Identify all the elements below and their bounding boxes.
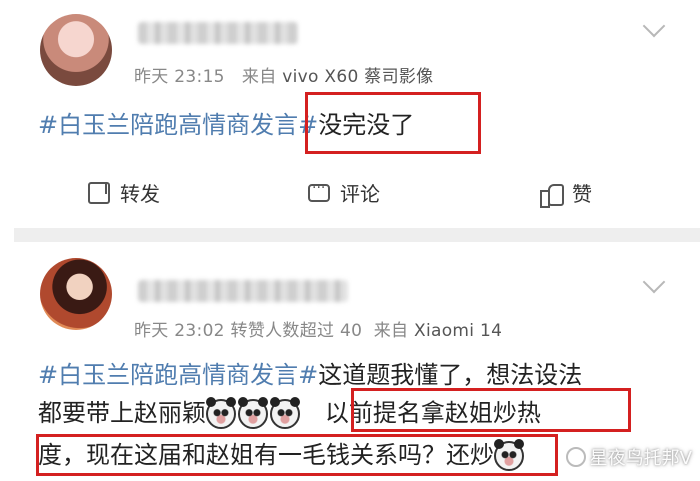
chevron-down-icon[interactable] — [642, 14, 666, 38]
hashtag-link[interactable]: #白玉兰陪跑高情商发言# — [38, 361, 318, 389]
avatar[interactable] — [40, 258, 112, 330]
username-blurred[interactable] — [138, 22, 298, 44]
post-meta: 昨天 23:02 转赞人数超过 40 来自 Xiaomi 14 — [134, 316, 502, 341]
repost-count: 转赞人数超过 40 — [230, 321, 363, 341]
post-text: 都要带上赵丽颖 — [38, 399, 206, 427]
weibo-logo-icon — [565, 447, 586, 467]
panda-emoji-icon — [206, 397, 236, 429]
avatar[interactable] — [40, 14, 112, 86]
repost-label: 转发 — [120, 182, 160, 206]
post-time: 昨天 23:02 — [134, 321, 225, 341]
username-blurred[interactable] — [138, 280, 348, 302]
post-content-line-1: #白玉兰陪跑高情商发言#这道题我懂了，想法设法 — [38, 358, 582, 392]
panda-emoji-icon — [270, 397, 300, 429]
action-bar: 转发 评论 赞 — [0, 172, 700, 212]
post-source[interactable]: vivo X60 蔡司影像 — [282, 67, 433, 87]
post-meta: 昨天 23:15 来自 vivo X60 蔡司影像 — [134, 62, 433, 87]
like-label: 赞 — [572, 182, 592, 206]
post-text: 这道题我懂了，想法设法 — [318, 361, 583, 389]
hashtag-link[interactable]: #白玉兰陪跑高情商发言# — [38, 111, 318, 139]
panda-emoji-icon — [238, 397, 268, 429]
watermark: 星夜鸟托邦V — [565, 444, 692, 470]
post-separator — [14, 228, 700, 242]
comment-icon — [308, 180, 330, 202]
watermark-text: 星夜鸟托邦V — [589, 448, 692, 469]
source-prefix: 来自 — [373, 321, 409, 341]
highlight-box — [305, 92, 481, 154]
highlight-box — [351, 388, 631, 432]
post-source[interactable]: Xiaomi 14 — [414, 321, 502, 341]
thumbs-up-icon — [540, 182, 564, 208]
post-time: 昨天 23:15 — [134, 67, 225, 87]
comment-label: 评论 — [340, 182, 380, 206]
repost-button[interactable]: 转发 — [88, 178, 160, 207]
repost-icon — [88, 181, 110, 204]
highlight-box — [36, 434, 558, 476]
comment-button[interactable]: 评论 — [308, 178, 380, 207]
source-prefix: 来自 — [241, 67, 277, 87]
like-button[interactable]: 赞 — [540, 178, 592, 208]
